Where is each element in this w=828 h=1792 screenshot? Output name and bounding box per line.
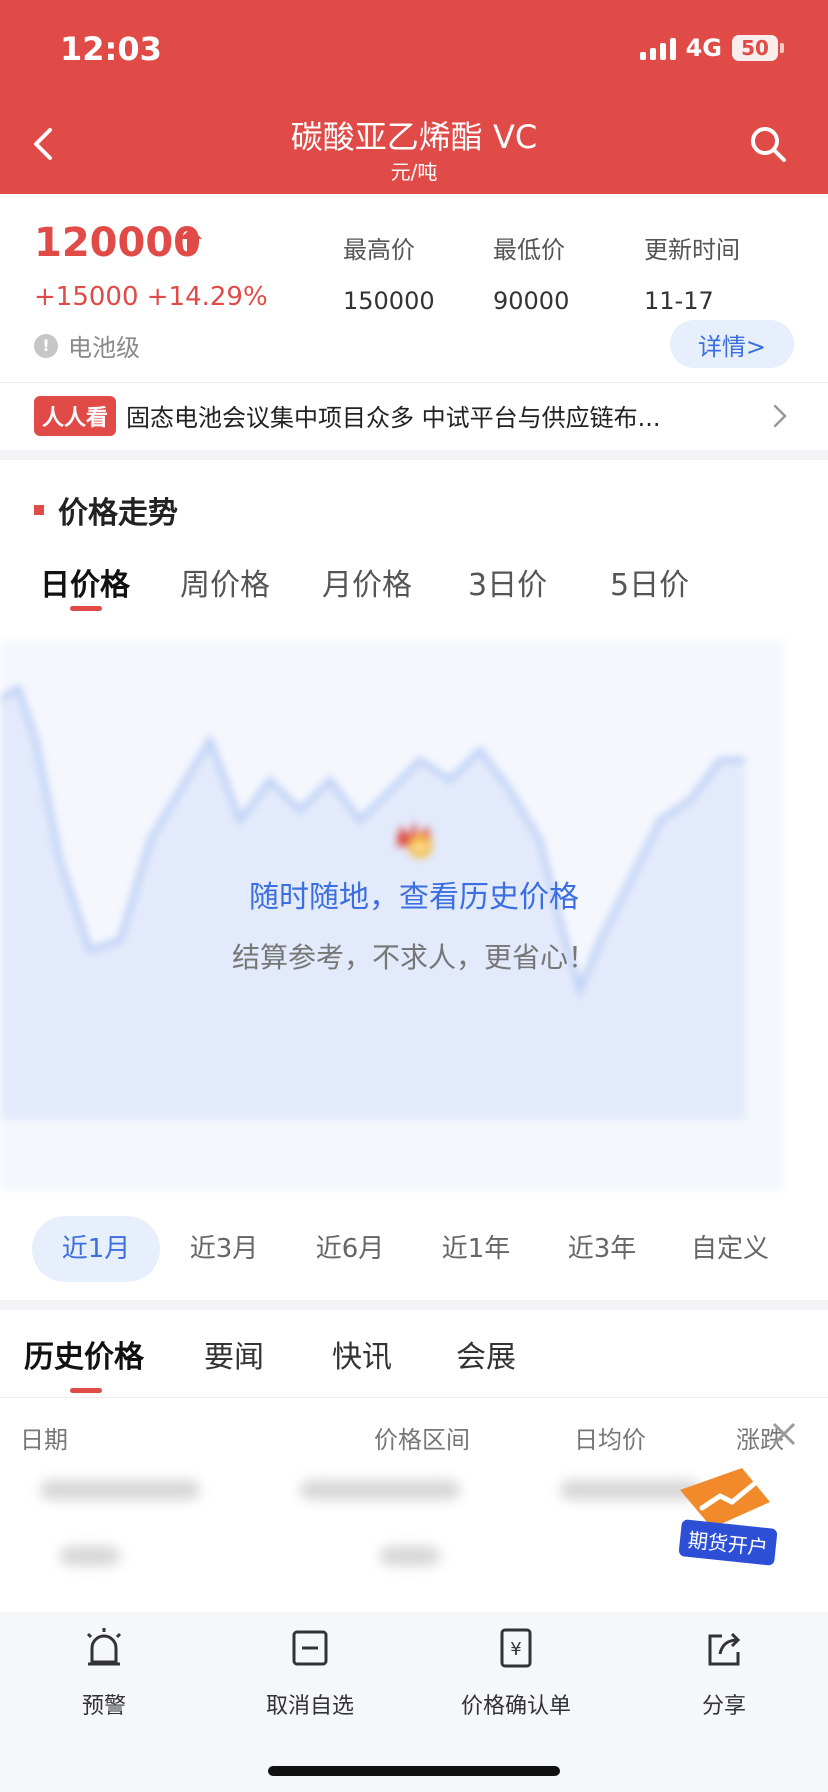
column-daily-avg: 日均价 — [574, 1426, 646, 1454]
stat-value: 90000 — [493, 287, 570, 315]
stat-update-time: 更新时间 11-17 — [644, 230, 740, 315]
active-tab-indicator — [70, 1388, 102, 1393]
news-badge: 人人看 — [34, 395, 117, 436]
grade-label: ! 电池级 — [34, 328, 140, 363]
section-divider — [0, 450, 828, 460]
history-table-header: 日期 价格区间 日均价 涨跌 — [0, 1420, 828, 1460]
remove-watchlist-label: 取消自选 — [265, 1694, 354, 1719]
stat-high: 最高价 150000 — [343, 230, 435, 315]
grade-text: 电池级 — [68, 334, 140, 362]
unit-label: 元/吨 — [390, 160, 438, 184]
section-divider — [0, 1300, 828, 1310]
tab-daily-price[interactable]: 日价格 — [40, 560, 130, 604]
close-icon[interactable] — [768, 1418, 800, 1450]
share-label: 分享 — [701, 1694, 746, 1719]
status-indicators: 4G 50 — [639, 34, 784, 62]
search-icon[interactable] — [748, 124, 788, 164]
tab-flash-news[interactable]: 快讯 — [332, 1332, 392, 1376]
arrow-up-icon — [180, 228, 202, 254]
signal-icon — [639, 36, 676, 60]
range-custom[interactable]: 自定义 — [666, 1216, 794, 1282]
status-time: 12:03 — [60, 30, 162, 68]
tab-3day-price[interactable]: 3日价 — [468, 560, 547, 604]
price-change: +15000 +14.29% — [34, 282, 268, 312]
upgrade-overlay[interactable]: 随时随地，查看历史价格 结算参考，不求人，更省心！ — [0, 816, 828, 976]
tab-history-price[interactable]: 历史价格 — [24, 1332, 144, 1376]
chevron-right-icon[interactable] — [772, 403, 788, 429]
details-button[interactable]: 详情> — [670, 320, 794, 368]
tab-monthly-price[interactable]: 月价格 — [322, 560, 412, 604]
trend-title-text: 价格走势 — [58, 496, 178, 531]
battery-icon: 50 — [732, 35, 784, 61]
network-label: 4G — [685, 34, 722, 62]
price-confirmation-label: 价格确认单 — [460, 1694, 571, 1719]
crown-icon — [396, 820, 432, 858]
range-6-month[interactable]: 近6月 — [286, 1216, 414, 1282]
news-ticker[interactable]: 人人看 固态电池会议集中项目众多 中试平台与供应链布... — [0, 382, 828, 448]
quote-panel: 120000 +15000 +14.29% ! 电池级 最高价 150000 最… — [0, 194, 828, 382]
tab-5day-price[interactable]: 5日价 — [610, 560, 689, 604]
content-tabs: 历史价格 要闻 快讯 会展 — [0, 1310, 828, 1398]
app-header: 12:03 4G 50 碳酸亚乙烯酯 VC 元/吨 — [0, 0, 828, 194]
price-chart-locked: 随时随地，查看历史价格 结算参考，不求人，更省心！ — [0, 640, 828, 1200]
range-3-year[interactable]: 近3年 — [538, 1216, 666, 1282]
share-button[interactable]: 分享 — [644, 1626, 804, 1720]
bottom-action-bar: 预警 取消自选 ¥ 价格确认单 分享 — [0, 1612, 828, 1792]
info-icon: ! — [34, 333, 58, 358]
range-1-month[interactable]: 近1月 — [32, 1216, 160, 1282]
stat-label: 最高价 — [343, 236, 415, 264]
column-date: 日期 — [20, 1426, 68, 1454]
stat-label: 最低价 — [493, 236, 565, 264]
svg-text:¥: ¥ — [510, 1639, 521, 1660]
price-confirmation-button[interactable]: ¥ 价格确认单 — [436, 1626, 596, 1720]
overlay-title[interactable]: 随时随地，查看历史价格 — [0, 872, 828, 916]
range-1-year[interactable]: 近1年 — [412, 1216, 540, 1282]
page-title: 碳酸亚乙烯酯 VC — [290, 118, 538, 156]
alarm-icon — [86, 1628, 122, 1666]
period-tabs: 日价格 周价格 月价格 3日价 5日价 — [0, 560, 828, 616]
minus-square-icon — [292, 1630, 328, 1666]
battery-level: 50 — [732, 35, 778, 61]
home-indicator — [268, 1766, 560, 1776]
yuan-doc-icon: ¥ — [500, 1628, 532, 1668]
stat-label: 更新时间 — [644, 236, 740, 264]
active-tab-indicator — [70, 606, 102, 611]
tab-headlines[interactable]: 要闻 — [204, 1332, 264, 1376]
range-3-month[interactable]: 近3月 — [160, 1216, 288, 1282]
column-price-range: 价格区间 — [374, 1426, 470, 1454]
heading-marker — [34, 505, 44, 515]
alert-button[interactable]: 预警 — [24, 1626, 184, 1720]
stat-low: 最低价 90000 — [493, 230, 569, 315]
share-icon — [708, 1632, 741, 1666]
trend-heading: 价格走势 — [34, 488, 178, 532]
range-tabs: 近1月 近3月 近6月 近1年 近3年 自定义 — [0, 1216, 828, 1282]
current-price: 120000 — [34, 220, 201, 266]
remove-watchlist-button[interactable]: 取消自选 — [230, 1626, 390, 1720]
overlay-subtitle: 结算参考，不求人，更省心！ — [231, 941, 596, 974]
stat-value: 150000 — [343, 287, 435, 315]
stat-value: 11-17 — [644, 287, 714, 315]
tab-weekly-price[interactable]: 周价格 — [180, 560, 270, 604]
tab-exhibitions[interactable]: 会展 — [456, 1332, 516, 1376]
news-headline[interactable]: 固态电池会议集中项目众多 中试平台与供应链布... — [126, 398, 726, 433]
alert-label: 预警 — [81, 1694, 126, 1719]
